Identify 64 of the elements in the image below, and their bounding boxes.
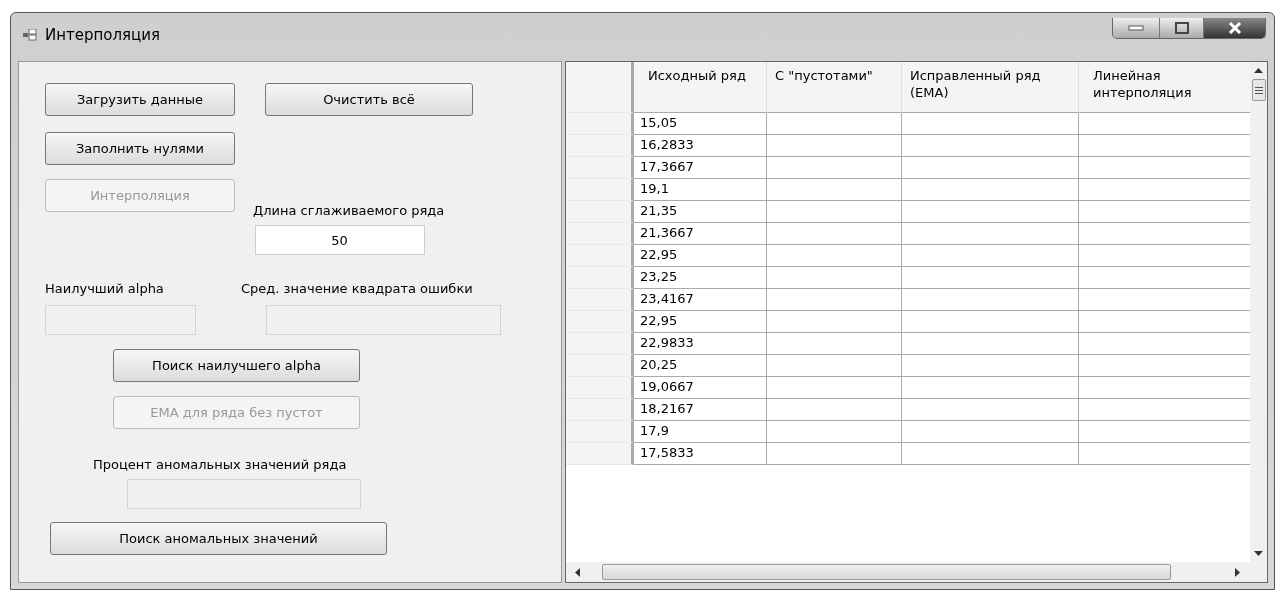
column-header[interactable]: С "пустотами" <box>767 62 902 113</box>
row-header[interactable] <box>566 399 634 421</box>
table-cell: 19,1 <box>634 179 767 201</box>
table-cell: 17,9 <box>634 421 767 443</box>
close-button[interactable] <box>1203 17 1265 38</box>
row-header[interactable] <box>566 443 634 465</box>
maximize-icon <box>1174 21 1189 34</box>
mse-field[interactable] <box>266 305 501 335</box>
table-cell: 21,35 <box>634 201 767 223</box>
table-cell: 22,95 <box>634 245 767 267</box>
table-cell: 15,05 <box>634 113 767 135</box>
load-data-button[interactable]: Загрузить данные <box>45 83 235 116</box>
table-cell: 23,25 <box>634 267 767 289</box>
row-header[interactable] <box>566 333 634 355</box>
best-alpha-field[interactable] <box>45 305 196 335</box>
row-header[interactable] <box>566 245 634 267</box>
table-cell: 21,3667 <box>634 223 767 245</box>
anomaly-percent-label: Процент аномальных значений ряда <box>93 457 347 472</box>
column-header[interactable]: Исправленный ряд (EMA) <box>902 62 1079 113</box>
find-anomalies-button[interactable]: Поиск аномальных значений <box>50 522 387 555</box>
table-cell: 17,5833 <box>634 443 767 465</box>
table-cell: 18,2167 <box>634 399 767 421</box>
fill-zeros-button[interactable]: Заполнить нулями <box>45 132 235 165</box>
length-field[interactable]: 50 <box>254 225 425 255</box>
window-icon <box>23 29 37 41</box>
table-cell: 22,9833 <box>634 333 767 355</box>
row-header[interactable] <box>566 421 634 443</box>
column-header[interactable]: Исходный ряд <box>634 62 767 113</box>
maximize-button[interactable] <box>1159 17 1203 38</box>
scroll-right-icon <box>1235 567 1240 577</box>
horizontal-scrollbar[interactable] <box>566 562 1267 582</box>
scroll-thumb[interactable] <box>602 564 1171 580</box>
best-alpha-label: Наилучший alpha <box>45 281 164 296</box>
close-icon <box>1227 21 1242 34</box>
row-header[interactable] <box>566 223 634 245</box>
grip-icon <box>1254 86 1263 94</box>
scroll-down-icon <box>1254 551 1263 556</box>
row-header[interactable] <box>566 113 634 135</box>
scroll-up-icon <box>1254 68 1263 73</box>
row-header[interactable] <box>566 377 634 399</box>
table-cell: 20,25 <box>634 355 767 377</box>
minimize-icon <box>1128 24 1144 31</box>
table-cell: 22,95 <box>634 311 767 333</box>
row-header[interactable] <box>566 355 634 377</box>
table-cell: 23,4167 <box>634 289 767 311</box>
anomaly-percent-field[interactable] <box>127 479 361 509</box>
row-header[interactable] <box>566 267 634 289</box>
row-header[interactable] <box>566 157 634 179</box>
row-header[interactable] <box>566 311 634 333</box>
window-title: Интерполяция <box>45 26 161 44</box>
table-cell: 19,0667 <box>634 377 767 399</box>
row-header[interactable] <box>566 289 634 311</box>
scroll-thumb[interactable] <box>1251 79 1266 101</box>
table-cell: 16,2833 <box>634 135 767 157</box>
table-cell: 17,3667 <box>634 157 767 179</box>
row-header[interactable] <box>566 179 634 201</box>
vertical-scrollbar[interactable] <box>1250 62 1267 562</box>
scroll-left-icon <box>575 567 580 577</box>
row-header[interactable] <box>566 201 634 223</box>
length-label: Длина сглаживаемого ряда <box>253 203 445 218</box>
mse-label: Сред. значение квадрата ошибки <box>241 281 473 296</box>
find-best-alpha-button[interactable]: Поиск наилучшего alpha <box>113 349 360 382</box>
row-header[interactable] <box>566 135 634 157</box>
clear-all-button[interactable]: Очистить всё <box>265 83 473 116</box>
